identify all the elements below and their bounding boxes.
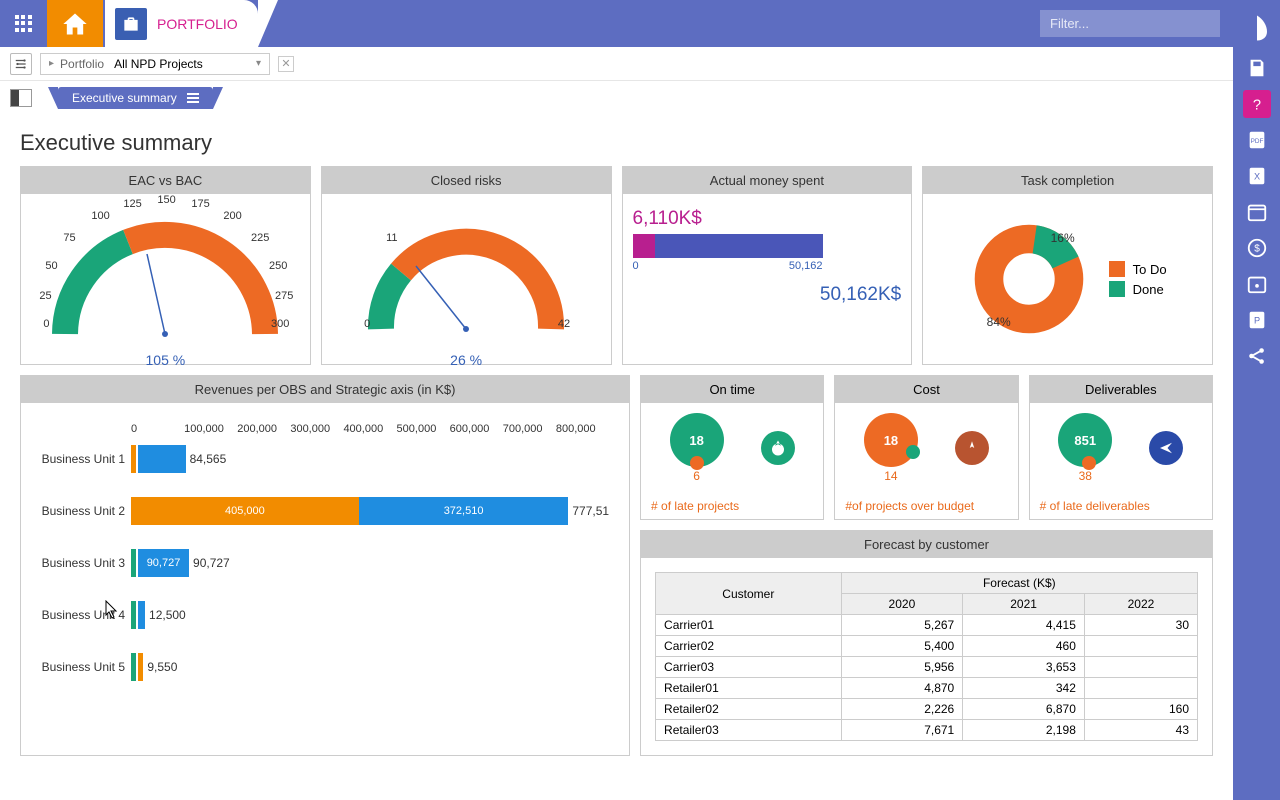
chevron-down-icon: ▾ xyxy=(256,58,261,69)
revenue-row: Business Unit 2405,000372,510777,51 xyxy=(31,497,609,525)
apps-menu-icon[interactable] xyxy=(0,0,47,47)
svg-text:P: P xyxy=(1253,316,1259,326)
card-title: Forecast by customer xyxy=(641,531,1212,558)
card-forecast: Forecast by customer CustomerForecast (K… xyxy=(640,530,1213,756)
clock-icon xyxy=(761,431,795,465)
legend-todo: To Do xyxy=(1133,262,1167,277)
card-title: Task completion xyxy=(923,167,1212,194)
money-budget-value: 50,162K$ xyxy=(633,284,902,306)
help-icon[interactable]: ? xyxy=(1243,90,1271,118)
card-closed-risks: Closed risks 0 11 42 26 % xyxy=(321,166,612,365)
compass-icon xyxy=(955,431,989,465)
main-content: Executive summary EAC vs BAC 0 25 50 75 … xyxy=(0,130,1233,800)
svg-text:?: ? xyxy=(1252,98,1260,114)
revenue-row: Business Unit 390,72790,727 xyxy=(31,549,609,577)
card-eac-vs-bac: EAC vs BAC 0 25 50 75 100 125 150 xyxy=(20,166,311,365)
send-icon xyxy=(1149,431,1183,465)
card-title: Closed risks xyxy=(322,167,611,194)
kpi-footer: #of projects over budget xyxy=(835,493,1017,519)
card-revenues: Revenues per OBS and Strategic axis (in … xyxy=(20,375,630,756)
card-title: EAC vs BAC xyxy=(21,167,310,194)
card-task-completion: Task completion 84% 16% To Do Done xyxy=(922,166,1213,365)
briefcase-icon xyxy=(115,8,147,40)
kpi-footer: # of late projects xyxy=(641,493,823,519)
gauge-value: 105 % xyxy=(146,352,186,368)
excel-export-icon[interactable]: X xyxy=(1243,162,1271,190)
ontime-circle: 18 xyxy=(670,413,724,467)
kpi-footer: # of late deliverables xyxy=(1030,493,1212,519)
card-title: Cost xyxy=(835,376,1017,403)
donut-done-label: 16% xyxy=(1051,231,1075,245)
table-row: Retailer022,2266,870160 xyxy=(656,699,1198,720)
tab-row: Executive summary xyxy=(0,81,1280,115)
portfolio-tab[interactable]: PORTFOLIO xyxy=(105,0,258,47)
svg-text:$: $ xyxy=(1254,244,1260,255)
table-row: Carrier015,2674,41530 xyxy=(656,615,1198,636)
portfolio-tab-label: PORTFOLIO xyxy=(157,16,238,32)
donut-legend: To Do Done xyxy=(1109,257,1167,301)
selector-label: Portfolio xyxy=(60,57,104,71)
ppt-export-icon[interactable]: P xyxy=(1243,306,1271,334)
date-icon[interactable] xyxy=(1243,270,1271,298)
deliv-circle: 851 xyxy=(1058,413,1112,467)
layout-toggle[interactable] xyxy=(10,89,32,107)
close-icon[interactable]: ✕ xyxy=(278,56,294,72)
calendar-icon[interactable] xyxy=(1243,198,1271,226)
settings-icon[interactable] xyxy=(10,53,32,75)
donut-todo-label: 84% xyxy=(987,315,1011,329)
revenue-row: Business Unit 59,550 xyxy=(31,653,609,681)
scale-low: 0 xyxy=(633,260,639,272)
top-bar: PORTFOLIO xyxy=(0,0,1280,47)
eac-gauge: 0 25 50 75 100 125 150 175 200 225 250 2… xyxy=(35,204,295,344)
task-donut: 84% 16% xyxy=(969,219,1089,339)
card-title: Deliverables xyxy=(1030,376,1212,403)
money-spent-value: 6,110K$ xyxy=(633,204,902,234)
revenue-row: Business Unit 412,500 xyxy=(31,601,609,629)
risks-gauge: 0 11 42 xyxy=(356,204,576,344)
filter-input[interactable] xyxy=(1040,10,1220,37)
cost-icon[interactable]: $ xyxy=(1243,234,1271,262)
gauge-value: 26 % xyxy=(450,352,482,368)
card-actual-money: Actual money spent 6,110K$ 0 50,162 50,16… xyxy=(622,166,913,365)
card-cost: Cost 18 14 #of projects over budget xyxy=(834,375,1018,520)
right-rail: ? PDF X $ P xyxy=(1233,0,1280,800)
page-title: Executive summary xyxy=(20,130,1213,156)
save-icon[interactable] xyxy=(1243,54,1271,82)
svg-text:PDF: PDF xyxy=(1250,138,1263,145)
portfolio-selector[interactable]: ▸ Portfolio All NPD Projects ▾ xyxy=(40,53,270,75)
tab-executive-summary[interactable]: Executive summary xyxy=(58,87,213,109)
tab-label: Executive summary xyxy=(72,91,177,105)
card-on-time: On time 18 6 # of late projects xyxy=(640,375,824,520)
legend-done: Done xyxy=(1133,282,1164,297)
table-row: Carrier025,400460 xyxy=(656,636,1198,657)
cost-circle: 18 xyxy=(864,413,918,467)
deliv-late-count: 38 xyxy=(1058,469,1112,483)
card-title: Revenues per OBS and Strategic axis (in … xyxy=(21,376,629,403)
card-deliverables: Deliverables 851 38 # of late deliverabl… xyxy=(1029,375,1213,520)
card-title: Actual money spent xyxy=(623,167,912,194)
home-tab[interactable] xyxy=(47,0,103,47)
pdf-export-icon[interactable]: PDF xyxy=(1243,126,1271,154)
cost-overbudget-count: 14 xyxy=(864,469,918,483)
card-title: On time xyxy=(641,376,823,403)
share-icon[interactable] xyxy=(1243,342,1271,370)
table-row: Retailer014,870342 xyxy=(656,678,1198,699)
ontime-late-count: 6 xyxy=(670,469,724,483)
selector-value: All NPD Projects xyxy=(114,57,203,71)
scale-high: 50,162 xyxy=(789,260,823,272)
table-row: Retailer037,6712,19843 xyxy=(656,720,1198,741)
revenue-row: Business Unit 184,565 xyxy=(31,445,609,473)
filter-box xyxy=(1040,10,1220,37)
forecast-table: CustomerForecast (K$)202020212022Carrier… xyxy=(655,572,1198,741)
caret-icon: ▸ xyxy=(49,58,54,69)
brand-logo-icon[interactable] xyxy=(1239,10,1275,46)
table-row: Carrier035,9563,653 xyxy=(656,657,1198,678)
money-bar xyxy=(633,234,823,258)
toolbar: ▸ Portfolio All NPD Projects ▾ ✕ xyxy=(0,47,1280,81)
svg-text:X: X xyxy=(1253,172,1259,182)
tab-menu-icon[interactable] xyxy=(187,93,199,103)
